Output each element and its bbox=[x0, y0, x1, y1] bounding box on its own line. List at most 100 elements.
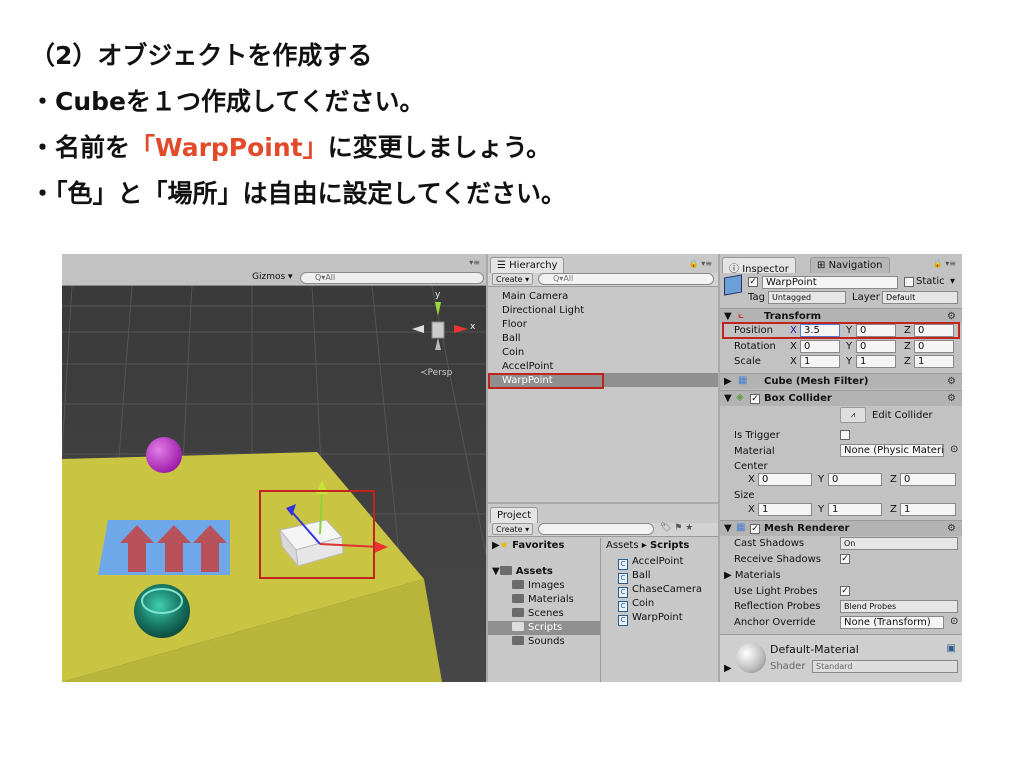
static-dropdown[interactable]: ▾ bbox=[950, 276, 955, 287]
is-trigger-checkbox[interactable] bbox=[840, 430, 850, 440]
hierarchy-menu-icon[interactable]: 🔒 ▾≡ bbox=[689, 259, 712, 268]
scale-x-label: X bbox=[790, 356, 797, 367]
box-collider-header[interactable]: ▼ ◈ ✓ Box Collider ⚙ bbox=[720, 390, 962, 406]
scene-search-input[interactable]: Q▾All bbox=[300, 272, 484, 284]
instruction-2-post: に変更しましょう。 bbox=[327, 133, 552, 162]
folder-scenes[interactable]: Scenes bbox=[512, 608, 564, 619]
script-coin[interactable]: C Coin bbox=[618, 598, 654, 612]
folder-icon bbox=[512, 608, 524, 617]
box-collider-enabled-checkbox[interactable]: ✓ bbox=[750, 394, 760, 404]
tab-inspector[interactable]: ⓘ Inspector bbox=[722, 257, 796, 275]
folder-scenes-label: Scenes bbox=[528, 608, 564, 619]
hierarchy-item-directional-light[interactable]: Directional Light bbox=[502, 304, 584, 318]
material-help-icon[interactable]: ▣ bbox=[947, 643, 956, 654]
rotation-x-field[interactable]: 0 bbox=[800, 340, 840, 353]
receive-shadows-checkbox[interactable]: ✓ bbox=[840, 554, 850, 564]
hierarchy-search-input[interactable]: Q▾All bbox=[538, 273, 714, 285]
instruction-2-pre: ・名前を bbox=[30, 133, 131, 162]
cube-object-icon bbox=[724, 274, 742, 296]
layer-dropdown[interactable]: Default bbox=[882, 291, 958, 304]
slide-text: （2）オブジェクトを作成する ・Cubeを１つ作成してください。 ・名前を「Wa… bbox=[30, 38, 566, 222]
hierarchy-create-button[interactable]: Create ▾ bbox=[492, 273, 534, 285]
inspector-menu-icon[interactable]: 🔒 ▾≡ bbox=[933, 259, 956, 268]
csharp-file-icon: C bbox=[618, 573, 628, 584]
scene-canvas[interactable] bbox=[62, 254, 486, 682]
scale-x-field[interactable]: 1 bbox=[800, 355, 840, 368]
folder-sounds[interactable]: Sounds bbox=[512, 636, 565, 647]
scale-y-field[interactable]: 1 bbox=[856, 355, 896, 368]
script-chasecamera[interactable]: C ChaseCamera bbox=[618, 584, 702, 598]
size-x-field[interactable]: 1 bbox=[758, 503, 812, 516]
scale-y-label: Y bbox=[846, 356, 853, 367]
tag-dropdown[interactable]: Untagged bbox=[768, 291, 846, 304]
material-field[interactable]: None (Physic Material bbox=[840, 444, 944, 457]
cast-shadows-dropdown[interactable]: On bbox=[840, 537, 958, 550]
material-foldout-icon[interactable]: ▶ bbox=[724, 663, 732, 674]
center-z-field[interactable]: 0 bbox=[900, 473, 956, 486]
folder-images[interactable]: Images bbox=[512, 580, 565, 591]
axis-x-label: x bbox=[470, 322, 476, 332]
materials-foldout[interactable]: ▶ Materials bbox=[724, 570, 781, 581]
info-icon: ⓘ bbox=[729, 264, 739, 275]
light-probes-checkbox[interactable]: ✓ bbox=[840, 586, 850, 596]
object-picker-icon[interactable]: ⊙ bbox=[950, 616, 958, 627]
folder-icon bbox=[512, 594, 524, 603]
gear-icon[interactable]: ⚙ bbox=[947, 523, 956, 534]
breadcrumb-root[interactable]: Assets ▸ bbox=[606, 540, 647, 551]
script-warppoint[interactable]: C WarpPoint bbox=[618, 612, 683, 626]
size-z-field[interactable]: 1 bbox=[900, 503, 956, 516]
scene-view[interactable]: ▾≡ Gizmos ▾ Q▾All y x ≺Persp bbox=[62, 254, 486, 682]
favorites-item[interactable]: ▶★ Favorites bbox=[492, 540, 564, 551]
script-ball[interactable]: C Ball bbox=[618, 570, 651, 584]
folder-scripts[interactable]: Scripts bbox=[512, 622, 562, 633]
folder-images-label: Images bbox=[528, 580, 565, 591]
project-filter-icons[interactable]: 🏷 ⚑ ★ bbox=[660, 523, 693, 533]
shader-dropdown[interactable]: Standard bbox=[812, 660, 958, 673]
gear-icon[interactable]: ⚙ bbox=[947, 311, 956, 322]
gear-icon[interactable]: ⚙ bbox=[947, 393, 956, 404]
script-accelpoint[interactable]: C AccelPoint bbox=[618, 556, 683, 570]
project-search-input[interactable] bbox=[538, 523, 654, 535]
mesh-renderer-header[interactable]: ▼ ▦ ✓ Mesh Renderer ⚙ bbox=[720, 520, 962, 536]
script-accelpoint-label: AccelPoint bbox=[632, 556, 684, 567]
hierarchy-item-accelpoint[interactable]: AccelPoint bbox=[502, 360, 553, 374]
size-label: Size bbox=[734, 490, 755, 501]
assets-item[interactable]: ▼ Assets bbox=[492, 566, 553, 577]
hierarchy-item-ball[interactable]: Ball bbox=[502, 332, 521, 346]
position-highlight-box bbox=[722, 322, 960, 339]
hierarchy-item-coin[interactable]: Coin bbox=[502, 346, 524, 360]
tab-hierarchy[interactable]: ☰ Hierarchy bbox=[490, 257, 565, 273]
object-active-checkbox[interactable]: ✓ bbox=[748, 277, 758, 287]
tab-navigation[interactable]: ⊞ Navigation bbox=[810, 257, 890, 273]
hierarchy-item-main-camera[interactable]: Main Camera bbox=[502, 290, 568, 304]
reflection-probes-dropdown[interactable]: Blend Probes bbox=[840, 600, 958, 613]
static-checkbox[interactable] bbox=[904, 277, 914, 287]
center-x-field[interactable]: 0 bbox=[758, 473, 812, 486]
scene-menu-icon[interactable]: ▾≡ bbox=[469, 258, 480, 267]
project-create-button[interactable]: Create ▾ bbox=[492, 523, 534, 535]
gizmos-dropdown[interactable]: Gizmos ▾ bbox=[252, 272, 293, 282]
folder-materials[interactable]: Materials bbox=[512, 594, 574, 605]
persp-label[interactable]: ≺Persp bbox=[420, 368, 452, 378]
mesh-filter-header[interactable]: ▶ ▦ Cube (Mesh Filter) ⚙ bbox=[720, 373, 962, 389]
gear-icon[interactable]: ⚙ bbox=[947, 376, 956, 387]
rotation-z-label: Z bbox=[904, 341, 911, 352]
object-picker-icon[interactable]: ⊙ bbox=[950, 444, 958, 455]
scale-z-field[interactable]: 1 bbox=[914, 355, 954, 368]
size-y-label: Y bbox=[818, 504, 825, 515]
center-y-field[interactable]: 0 bbox=[828, 473, 882, 486]
edit-collider-button[interactable]: ⩘ bbox=[840, 407, 866, 423]
rotation-z-field[interactable]: 0 bbox=[914, 340, 954, 353]
anchor-override-field[interactable]: None (Transform) bbox=[840, 616, 944, 629]
tab-project[interactable]: Project bbox=[490, 507, 539, 523]
object-name-field[interactable]: WarpPoint bbox=[762, 276, 898, 289]
rotation-y-field[interactable]: 0 bbox=[856, 340, 896, 353]
folder-icon bbox=[512, 636, 524, 645]
mesh-renderer-enabled-checkbox[interactable]: ✓ bbox=[750, 524, 760, 534]
hierarchy-item-floor[interactable]: Floor bbox=[502, 318, 527, 332]
project-divider bbox=[600, 538, 601, 682]
size-y-field[interactable]: 1 bbox=[828, 503, 882, 516]
project-panel: Project Create ▾ 🏷 ⚑ ★ ▶★ Favorites ▼ Ass… bbox=[488, 504, 718, 682]
static-label: Static bbox=[916, 276, 945, 287]
scale-label: Scale bbox=[734, 356, 761, 367]
